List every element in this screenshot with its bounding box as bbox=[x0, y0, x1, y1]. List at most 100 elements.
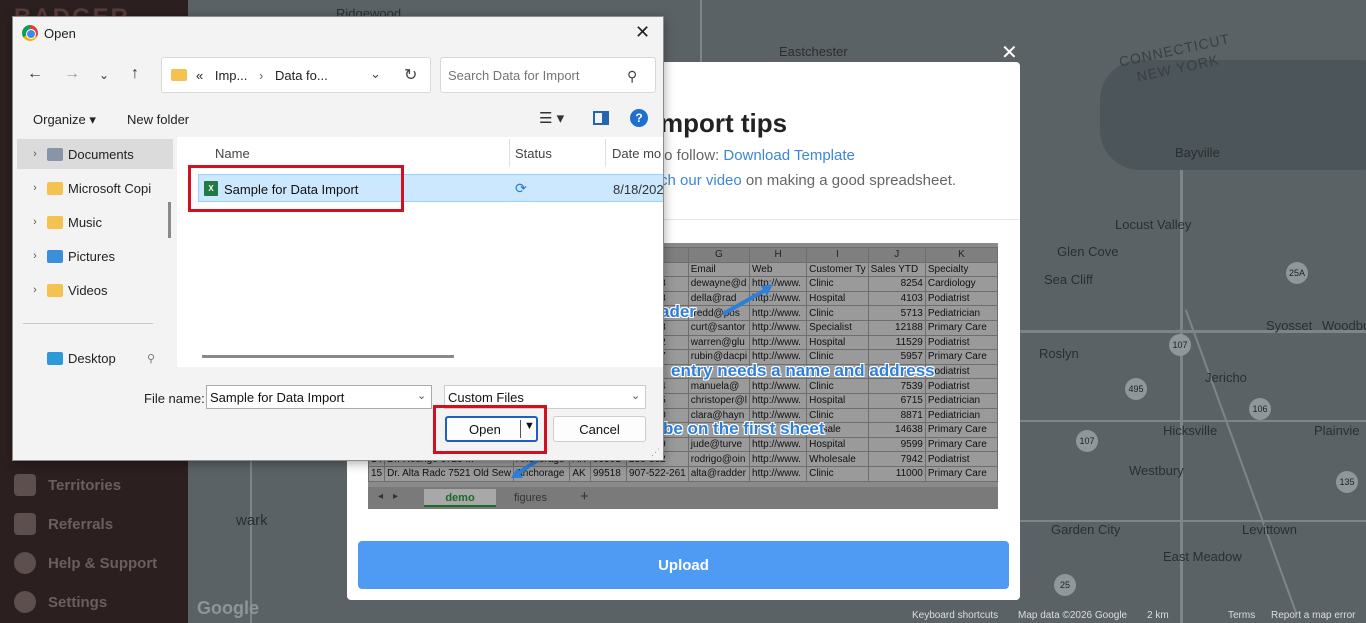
preview-pane-icon[interactable] bbox=[593, 111, 609, 125]
map-data-attribution: Map data ©2026 Google bbox=[1018, 610, 1128, 621]
folder-icon bbox=[47, 215, 63, 229]
table-cell: Primary Care bbox=[924, 349, 998, 365]
help-icon[interactable]: ? bbox=[630, 109, 648, 127]
expand-chevron-icon[interactable]: › bbox=[23, 216, 47, 228]
sidebar-item-settings[interactable]: Settings bbox=[14, 591, 107, 613]
sidebar-item-label: Territories bbox=[48, 476, 122, 494]
table-cell: Wholesale bbox=[806, 451, 869, 467]
breadcrumb-separator-icon: › bbox=[259, 68, 264, 83]
table-cell: http://www. bbox=[749, 451, 808, 467]
dialog-close-icon[interactable]: ✕ bbox=[635, 22, 650, 43]
column-letter: J bbox=[867, 247, 926, 263]
map-scale[interactable]: 2 km bbox=[1147, 610, 1169, 621]
table-cell: 8871 bbox=[867, 407, 926, 424]
file-type-select[interactable]: Custom Files bbox=[444, 385, 646, 409]
dialog-title: Open bbox=[44, 26, 76, 41]
expand-chevron-icon[interactable]: › bbox=[23, 182, 47, 194]
column-divider[interactable] bbox=[509, 139, 510, 167]
sheet-tabs-bar: ◂▸ demo figures + bbox=[368, 487, 998, 509]
new-folder-button[interactable]: New folder bbox=[127, 112, 189, 127]
organize-menu-button[interactable]: Organize ▾ bbox=[33, 112, 96, 128]
annotation-first-sheet: be on the first sheet bbox=[663, 419, 825, 438]
table-cell: 907-522-261 bbox=[626, 465, 689, 482]
table-cell: Clinic bbox=[806, 378, 869, 394]
column-header-status[interactable]: Status bbox=[515, 146, 552, 161]
table-cell: 8254 bbox=[867, 276, 926, 292]
sidebar-item-referrals[interactable]: Referrals bbox=[14, 513, 113, 535]
expand-chevron-icon[interactable]: › bbox=[23, 284, 47, 296]
tip-video: ch our video on making a good spreadshee… bbox=[660, 172, 956, 189]
breadcrumb-overflow[interactable]: « bbox=[196, 68, 203, 83]
table-cell: http://www. bbox=[749, 436, 808, 453]
breadcrumb-item[interactable]: Data fo... bbox=[275, 68, 328, 83]
chrome-icon bbox=[22, 25, 38, 41]
gear-icon bbox=[14, 591, 36, 613]
column-header-name[interactable]: Name bbox=[215, 146, 250, 161]
map-label: East Meadow bbox=[1163, 549, 1242, 564]
sidebar-item-label: Help & Support bbox=[48, 554, 158, 572]
column-divider[interactable] bbox=[605, 139, 606, 167]
resize-grip-icon[interactable]: ⋰ bbox=[651, 447, 660, 458]
dialog-titlebar[interactable]: Open ✕ bbox=[13, 17, 663, 49]
up-arrow-icon[interactable]: ↑ bbox=[131, 65, 139, 83]
download-template-link[interactable]: Download Template bbox=[723, 147, 854, 164]
file-name-label: File name: bbox=[144, 391, 205, 406]
view-options-icon[interactable]: ☰ ▾ bbox=[539, 109, 564, 127]
keyboard-shortcuts-link[interactable]: Keyboard shortcuts bbox=[912, 610, 998, 621]
recent-locations-chevron-icon[interactable]: ⌄ bbox=[99, 68, 109, 82]
annotation-arrow-icon bbox=[722, 284, 773, 316]
report-map-error-link[interactable]: Report a map error bbox=[1271, 610, 1355, 621]
search-icon[interactable]: ⚲ bbox=[627, 68, 637, 85]
pin-icon: ⚲ bbox=[147, 352, 156, 365]
documents-icon bbox=[47, 147, 63, 161]
nav-item-videos[interactable]: › Videos bbox=[13, 275, 177, 305]
route-shield: 25A bbox=[1286, 262, 1308, 284]
upload-button[interactable]: Upload bbox=[358, 541, 1009, 589]
header-cell: Web bbox=[749, 261, 808, 278]
table-cell: Clinic bbox=[806, 465, 869, 482]
table-cell: Podiatrist bbox=[924, 363, 998, 380]
file-name-input[interactable] bbox=[206, 385, 432, 409]
watch-video-link[interactable]: ch our video bbox=[660, 172, 742, 189]
sidebar-item-territories[interactable]: Territories bbox=[14, 474, 121, 496]
navigation-pane: › Documents › Microsoft Copi › Music › P… bbox=[13, 137, 177, 367]
sidebar-item-label: Settings bbox=[48, 593, 108, 611]
terms-link[interactable]: Terms bbox=[1228, 610, 1255, 621]
expand-chevron-icon[interactable]: › bbox=[23, 148, 47, 160]
nav-item-music[interactable]: › Music bbox=[13, 207, 177, 237]
expand-chevron-icon[interactable]: › bbox=[23, 250, 47, 262]
horizontal-scrollbar[interactable] bbox=[202, 355, 454, 358]
table-row: 15 Dr. Alta Radc 7521 Old Sew Anchorage AK 9… bbox=[368, 465, 998, 482]
column-header-date-modified[interactable]: Date mo bbox=[612, 146, 661, 161]
table-cell: Podiatrist bbox=[924, 334, 998, 351]
excel-file-icon: X bbox=[204, 181, 218, 196]
refresh-icon[interactable]: ↻ bbox=[404, 65, 417, 85]
nav-item-pictures[interactable]: › Pictures bbox=[13, 241, 177, 271]
search-input[interactable] bbox=[440, 57, 656, 93]
open-options-dropdown-icon[interactable]: ▼ bbox=[524, 420, 535, 432]
address-dropdown-chevron-icon[interactable]: ⌄ bbox=[370, 66, 381, 82]
file-type-chevron-icon[interactable]: ⌄ bbox=[631, 389, 640, 402]
table-cell: 6715 bbox=[867, 392, 926, 409]
file-name-dropdown-chevron-icon[interactable]: ⌄ bbox=[417, 389, 426, 402]
nav-item-documents[interactable]: › Documents bbox=[17, 139, 173, 169]
google-logo: Google bbox=[197, 598, 259, 618]
breadcrumb-item[interactable]: Imp... bbox=[215, 68, 248, 83]
back-arrow-icon[interactable]: ← bbox=[27, 65, 43, 83]
nav-pane-scrollbar[interactable] bbox=[168, 202, 171, 238]
sidebar-item-help-support[interactable]: Help & Support bbox=[14, 552, 157, 574]
header-cell: Specialty bbox=[924, 261, 998, 278]
route-shield: 495 bbox=[1125, 378, 1147, 400]
map-label: Locust Valley bbox=[1115, 217, 1192, 232]
sync-status-icon: ⟳ bbox=[515, 180, 527, 196]
nav-item-microsoft-copilot[interactable]: › Microsoft Copi bbox=[13, 173, 177, 203]
nav-item-desktop[interactable]: Desktop ⚲ bbox=[13, 343, 177, 367]
help-icon bbox=[14, 552, 36, 574]
breadcrumb: « Imp... › Data fo... bbox=[196, 68, 328, 83]
file-row-sample-for-data-import[interactable]: X Sample for Data Import ⟳ 8/18/202 bbox=[198, 174, 663, 202]
cancel-button[interactable]: Cancel bbox=[553, 416, 646, 442]
address-bar[interactable]: « Imp... › Data fo... ⌄ ↻ bbox=[161, 57, 431, 93]
table-cell: 11529 bbox=[867, 334, 926, 351]
forward-arrow-icon[interactable]: → bbox=[64, 65, 80, 83]
table-cell: 15 bbox=[368, 465, 386, 482]
